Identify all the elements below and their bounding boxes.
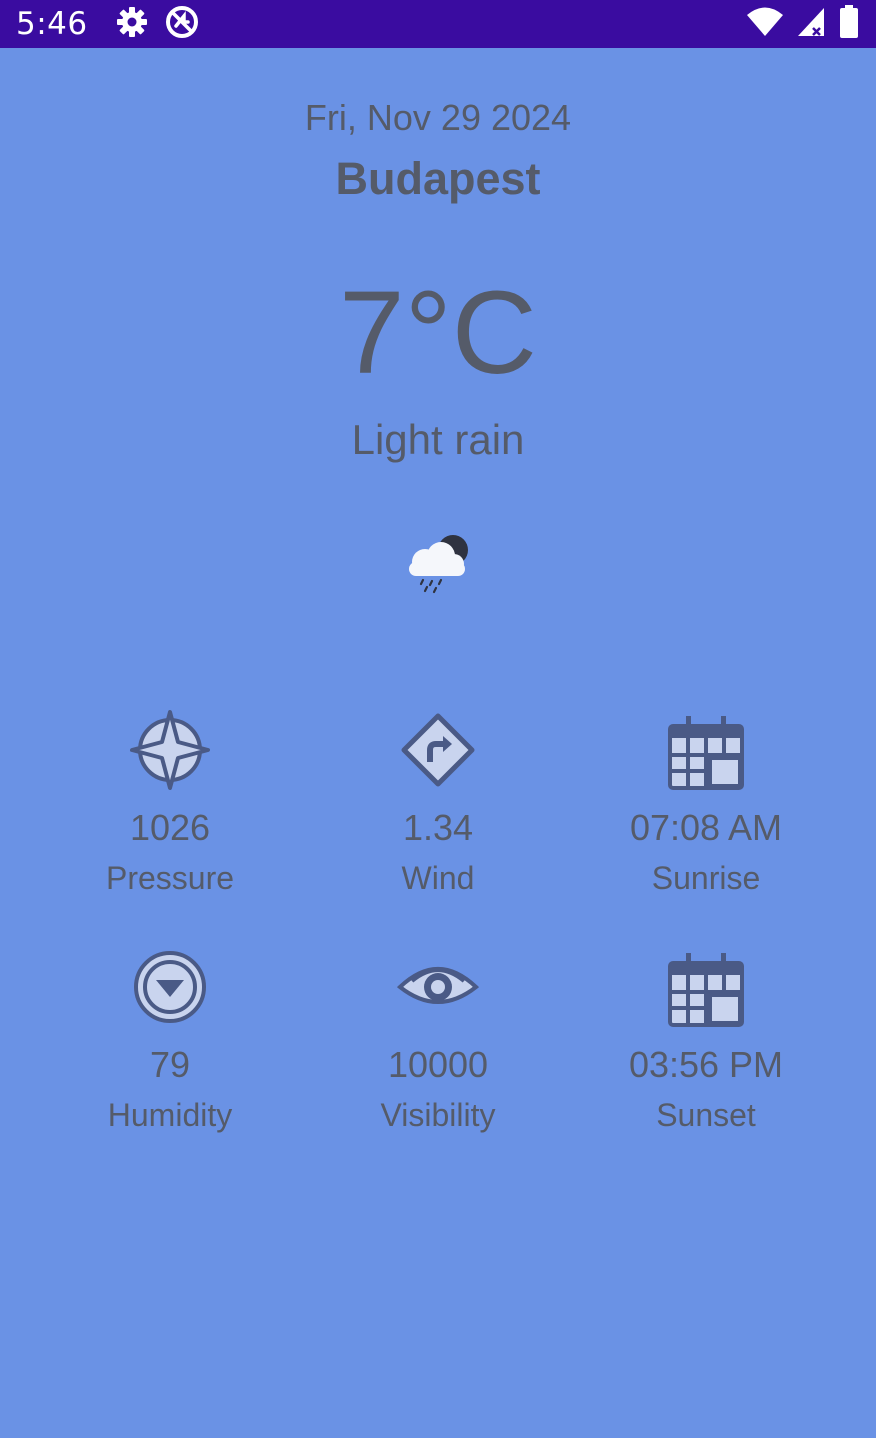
direction-sign-icon (396, 708, 480, 792)
visibility-value: 10000 (387, 1044, 489, 1085)
city-name: Budapest (335, 153, 541, 204)
pressure-label: Pressure (105, 860, 235, 896)
detail-visibility: 10000 Visibility (292, 945, 584, 1145)
settings-icon (116, 6, 148, 43)
sunrise-label: Sunrise (651, 860, 761, 896)
compass-icon (128, 708, 212, 792)
humidity-label: Humidity (107, 1097, 233, 1133)
status-bar: 5:46 (0, 0, 876, 48)
sunset-value: 03:56 PM (628, 1044, 784, 1085)
circle-down-arrow-icon (128, 945, 212, 1029)
pressure-value: 1026 (129, 807, 211, 848)
do-not-disturb-icon (164, 4, 200, 45)
sunrise-value: 07:08 AM (629, 807, 783, 848)
calendar-icon (664, 945, 748, 1029)
humidity-value: 79 (149, 1044, 191, 1085)
wind-value: 1.34 (402, 807, 474, 848)
wind-label: Wind (401, 860, 475, 896)
temperature-value: 7°C (338, 267, 538, 399)
signal-icon (796, 6, 826, 43)
visibility-label: Visibility (380, 1097, 496, 1133)
date-label: Fri, Nov 29 2024 (304, 97, 572, 138)
sunset-label: Sunset (656, 1097, 756, 1133)
eye-icon (396, 945, 480, 1029)
calendar-icon (664, 708, 748, 792)
weather-description: Light rain (351, 416, 525, 463)
wifi-icon (746, 6, 784, 43)
detail-humidity: 79 Humidity (24, 945, 316, 1145)
detail-sunset: 03:56 PM Sunset (560, 945, 852, 1145)
battery-icon (838, 4, 860, 44)
light-rain-cloud-icon (403, 530, 473, 598)
status-time: 5:46 (16, 6, 88, 42)
detail-wind: 1.34 Wind (292, 708, 584, 908)
detail-pressure: 1026 Pressure (24, 708, 316, 908)
detail-sunrise: 07:08 AM Sunrise (560, 708, 852, 908)
